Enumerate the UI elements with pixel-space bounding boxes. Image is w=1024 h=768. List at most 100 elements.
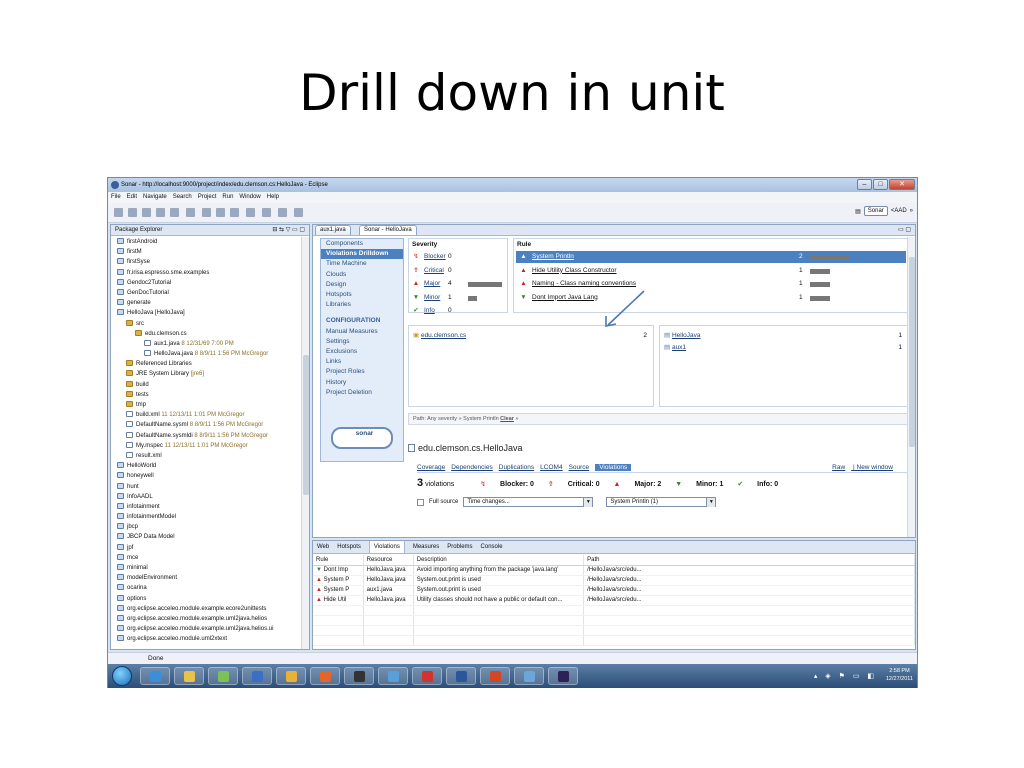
toolbar-button-icon[interactable] [186,208,195,217]
rule-row[interactable]: ▼ Dont Import Java Lang 1 [516,292,906,304]
menu-project[interactable]: Project [198,192,217,203]
bottom-tab-console[interactable]: Console [481,541,503,553]
tree-item[interactable]: modelEnvironment [111,573,301,583]
tree-item[interactable]: mce [111,553,301,563]
paint-taskbar-button[interactable] [514,667,544,685]
tree-item[interactable]: Referenced Libraries [111,359,301,369]
scroll-thumb[interactable] [303,355,309,495]
path-clear-link[interactable]: Clear [500,416,514,422]
tree-item[interactable]: minimal [111,563,301,573]
tree-item[interactable]: tmp [111,400,301,410]
tree-item[interactable]: ocarina [111,583,301,593]
firefox-taskbar-button[interactable] [310,667,340,685]
tree-item[interactable]: org.eclipse.acceleo.module.example.uml2j… [111,624,301,634]
pdf-taskbar-button[interactable] [412,667,442,685]
class-row[interactable]: ▤ HelloJava 1 [664,330,904,341]
nav-item-time-machine[interactable]: Time Machine [321,259,403,269]
menu-file[interactable]: File [111,192,121,203]
tree-item[interactable]: jpf [111,543,301,553]
nav-item-libraries[interactable]: Libraries [321,300,403,310]
resource-tab-lcom4[interactable]: LCOM4 [540,464,562,471]
tree-item[interactable]: DefaultName.sysml 8 8/9/11 1:56 PM McGre… [111,420,301,430]
tree-item[interactable]: org.eclipse.acceleo.module.example.uml2j… [111,614,301,624]
toolbar-button-icon[interactable] [230,208,239,217]
tree-item[interactable]: build.xml 11 12/13/11 1:01 PM McGregor [111,410,301,420]
tree-item[interactable]: edu.clemson.cs [111,329,301,339]
nav-item-history[interactable]: History [321,378,403,388]
resource-tab-duplications[interactable]: Duplications [499,464,534,471]
rule-row[interactable]: ▲ Naming - Class naming conventions 1 [516,278,906,290]
clock[interactable]: 2:58 PM 12/27/2011 [886,667,913,683]
class-name[interactable]: HelloJava [672,332,701,339]
nav-item-project-roles[interactable]: Project Roles [321,367,403,377]
severity-label[interactable]: Info [424,305,448,317]
notes-taskbar-button[interactable] [208,667,238,685]
toolbar-button-icon[interactable] [262,208,271,217]
package-explorer-scrollbar[interactable] [301,237,309,649]
tree-item[interactable]: org.eclipse.acceleo.module.uml2xtext [111,634,301,644]
rule-select[interactable]: System Println (1) ▼ [606,497,717,507]
package-name[interactable]: edu.clemson.cs [421,332,466,339]
severity-row-major[interactable]: ▲ Major 4 [412,278,507,290]
word-taskbar-button[interactable] [446,667,476,685]
aad-perspective-button[interactable]: <AAD [891,208,907,214]
path-rule[interactable]: System Println [463,416,498,422]
tree-item[interactable]: jbcp [111,522,301,532]
tree-item[interactable]: aux1.java 8 12/31/69 7:00 PM [111,339,301,349]
ie-taskbar-button[interactable] [140,667,170,685]
toolbar-button-icon[interactable] [170,208,179,217]
bottom-tab-measures[interactable]: Measures [413,541,439,553]
network-taskbar-button[interactable] [378,667,408,685]
package-explorer-tab[interactable]: Package Explorer [115,227,162,233]
nav-item-hotspots[interactable]: Hotspots [321,290,403,300]
tree-item[interactable]: HelloJava.java 8 8/9/11 1:56 PM McGregor [111,349,301,359]
more-perspectives-icon[interactable]: » [910,208,913,214]
tab-sonar-hellojava[interactable]: Sonar - HelloJava [359,225,417,235]
toolbar-button-icon[interactable] [114,208,123,217]
close-button[interactable]: ✕ [889,179,915,190]
bottom-tab-hotspots[interactable]: Hotspots [337,541,361,553]
table-row[interactable]: ▼ Dont Imp HelloJava.java Avoid importing … [313,565,915,576]
rule-name[interactable]: Naming - Class naming conventions [532,280,636,287]
tree-item[interactable]: hunt [111,482,301,492]
rule-row[interactable]: ▲ Hide Utility Class Constructor 1 [516,265,906,277]
tree-item[interactable]: GenDocTutorial [111,288,301,298]
folder-taskbar-button[interactable] [276,667,306,685]
tree-item[interactable]: Gendoc2Tutorial [111,278,301,288]
bottom-tab-web[interactable]: Web [317,541,329,553]
tree-item[interactable]: InfoAADL [111,492,301,502]
nav-item-manual-measures[interactable]: Manual Measures [321,327,403,337]
tree-item[interactable]: fr.irisa.espresso.sme.examples [111,268,301,278]
menu-run[interactable]: Run [222,192,233,203]
table-row[interactable]: ▲ System Paux1.java System.out.print is u… [313,585,915,596]
resource-tab-source[interactable]: Source [569,464,590,471]
menu-search[interactable]: Search [173,192,192,203]
tree-item[interactable]: JRE System Library [jre6] [111,369,301,379]
eclipse-taskbar-button[interactable] [548,667,578,685]
time-changes-select[interactable]: Time changes... ▼ [463,497,594,507]
nav-item-clouds[interactable]: Clouds [321,270,403,280]
class-name[interactable]: aux1 [672,344,686,351]
tree-item[interactable]: result.xml [111,451,301,461]
bottom-tab-violations[interactable]: Violations [368,541,405,553]
resource-tab-violations[interactable]: Violations [595,464,632,471]
tree-item[interactable]: firstAndroid [111,237,301,247]
tree-item[interactable]: tests [111,390,301,400]
table-row[interactable]: ▲ Hide Util HelloJava.java Utility classes… [313,595,915,606]
severity-label[interactable]: Major [424,278,448,290]
tree-item[interactable]: HelloWorld [111,461,301,471]
nav-item-links[interactable]: Links [321,357,403,367]
system-tray-icons[interactable]: ▴ ◈ ⚑ ▭ ◧ [814,672,877,680]
toolbar-button-icon[interactable] [202,208,211,217]
tree-item[interactable]: org.eclipse.acceleo.module.example.ecore… [111,604,301,614]
tab-aux1-java[interactable]: aux1.java [315,225,351,235]
bottom-tab-problems[interactable]: Problems [447,541,472,553]
toolbar-button-icon[interactable] [246,208,255,217]
severity-row-info[interactable]: ✔ Info 0 [412,305,507,317]
nav-item-exclusions[interactable]: Exclusions [321,347,403,357]
toolbar-button-icon[interactable] [156,208,165,217]
menu-help[interactable]: Help [267,192,279,203]
class-row[interactable]: ▤ aux1 1 [664,342,904,353]
open-perspective-icon[interactable]: ▤ [855,208,861,215]
tree-item[interactable]: build [111,380,301,390]
